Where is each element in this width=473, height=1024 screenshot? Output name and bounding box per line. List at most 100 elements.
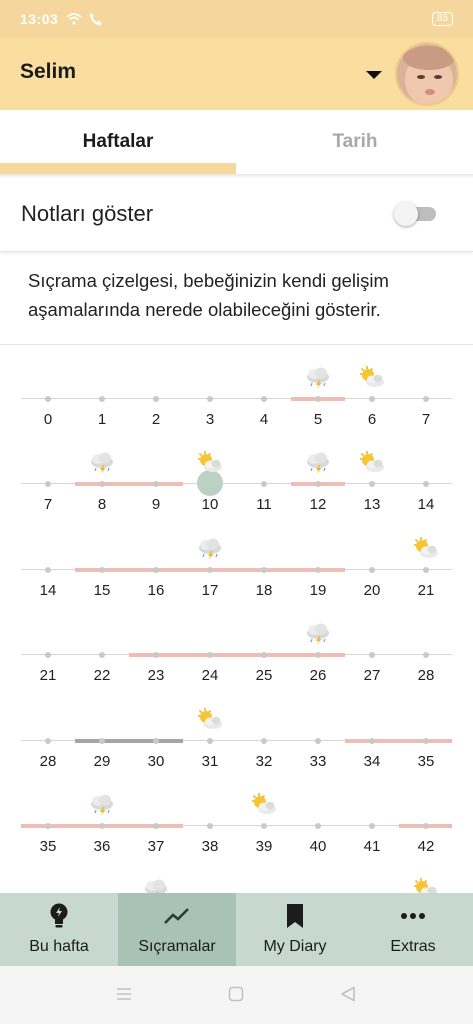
week-dot [153,823,159,829]
week-dot [423,823,429,829]
bookmark-icon [287,904,303,928]
week-dot [207,823,213,829]
week-dot [207,566,213,573]
stormy-icon[interactable] [88,792,116,816]
week-dot [45,396,51,402]
stormy-icon[interactable] [304,621,332,646]
leap-week-row: 21 22 23 24 25 26 27 28 [0,601,473,686]
week-number: 7 [421,411,431,428]
week-number: 4 [259,411,269,428]
chevron-down-icon[interactable] [366,71,382,79]
back-icon[interactable] [340,986,356,1002]
week-number: 13 [363,496,381,514]
nav-label: My Diary [263,938,327,955]
week-number: 19 [309,581,327,599]
week-number: 31 [201,752,219,770]
week-dot [207,652,213,659]
week-number: 3 [205,411,215,428]
tab-tarih[interactable]: Tarih [237,110,473,174]
leap-week-row: 14 15 16 17 18 19 20 21 [0,516,473,601]
week-number: 10 [201,496,219,514]
past-leap-bar[interactable] [75,738,183,743]
week-dot [153,566,159,573]
week-number: 8 [97,496,107,514]
week-dot [99,481,105,488]
week-number: 5 [313,411,323,428]
week-number: 26 [309,667,327,685]
leap-period-bar[interactable] [129,653,345,658]
wifi-calling-icon [89,13,103,26]
week-number: 30 [147,752,165,770]
week-number: 11 [256,496,272,514]
stormy-icon[interactable] [304,365,332,389]
week-number: 6 [367,411,377,428]
week-number: 2 [151,411,161,428]
menu-icon[interactable] [116,986,132,1002]
week-number: 21 [417,581,435,599]
stormy-icon[interactable] [88,450,116,475]
sunny-icon[interactable] [412,536,440,560]
sunny-icon[interactable] [196,450,224,474]
leap-period-bar[interactable] [345,738,452,743]
status-bar: 13:03 85 [0,0,473,38]
active-tab-indicator [0,163,236,174]
week-dot [261,652,267,659]
battery-indicator: 85 [431,12,453,26]
week-number: 7 [43,496,53,514]
week-dot [153,737,159,744]
avatar[interactable] [395,42,459,106]
bottom-navigation: Bu hafta Sıçramalar My Diary Extras [0,893,473,966]
week-dot [423,566,429,573]
week-number: 38 [201,838,219,855]
nav-bu-hafta[interactable]: Bu hafta [0,893,118,966]
home-icon[interactable] [228,986,244,1002]
week-dot [261,823,267,829]
week-dot [315,566,321,573]
week-number: 41 [363,838,381,855]
week-number: 1 [97,411,107,428]
stormy-icon[interactable] [196,536,224,560]
week-number: 35 [417,752,435,770]
timeline-axis [21,398,452,399]
notes-toggle-label: Notları göster [21,201,154,226]
nav-label: Sıçramalar [138,938,216,955]
notes-toggle-switch[interactable] [394,202,438,226]
lightbulb-icon [50,903,68,928]
leap-period-bar[interactable] [75,482,183,487]
week-dot [261,737,267,744]
week-number: 16 [147,581,165,599]
week-dot [261,566,267,573]
week-dot [99,396,105,402]
sunny-icon[interactable] [196,707,224,731]
week-number: 23 [147,667,165,685]
nav-extras[interactable]: Extras [354,893,472,966]
week-number: 12 [309,496,327,514]
week-dot [369,823,375,829]
week-number: 0 [43,411,53,428]
week-number: 24 [201,667,219,685]
week-dot [261,481,267,488]
week-number: 28 [417,667,435,685]
nav-my-diary[interactable]: My Diary [236,893,354,966]
sunny-icon[interactable] [250,792,278,816]
user-name[interactable]: Selim [20,60,76,84]
stormy-icon[interactable] [304,450,332,475]
sunny-icon[interactable] [358,450,386,474]
more-dots-icon [401,913,425,919]
week-number: 17 [201,581,219,599]
nav-sicramalar[interactable]: Sıçramalar [118,893,236,966]
week-number: 39 [255,838,273,855]
system-navigation-bar [0,966,473,1024]
week-dot [207,396,213,402]
status-time: 13:03 [20,11,59,27]
sunny-icon[interactable] [412,877,440,893]
stormy-icon[interactable] [142,877,170,893]
week-dot [423,737,429,744]
week-dot [315,396,321,402]
week-dot [315,737,321,744]
week-number: 15 [93,581,111,599]
sunny-icon[interactable] [358,365,386,389]
week-number: 14 [417,496,435,514]
week-number: 29 [93,752,111,770]
leap-week-row: 28 29 30 31 32 33 34 35 [0,687,473,772]
